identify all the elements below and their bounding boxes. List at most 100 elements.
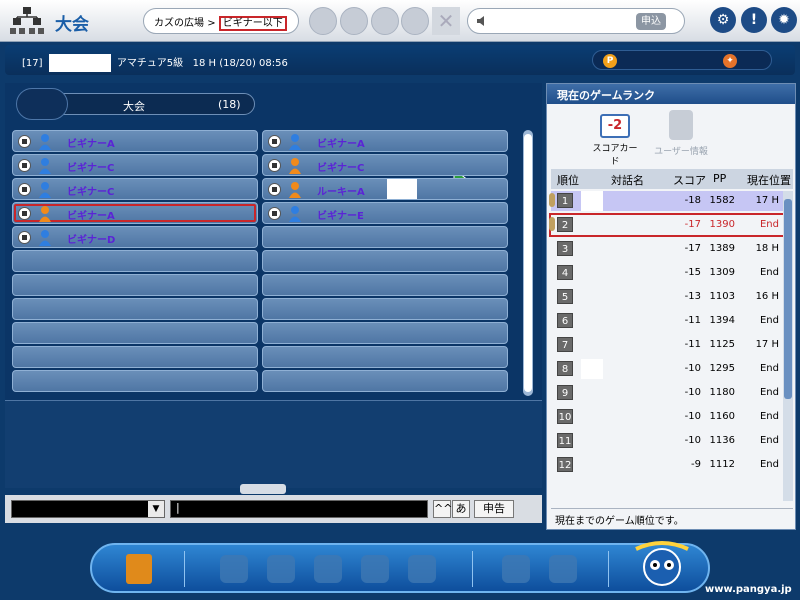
rank-pp: 1112 bbox=[709, 459, 735, 470]
ranking-row[interactable]: 3 -17 1389 18 H bbox=[551, 239, 783, 259]
channel-icon[interactable] bbox=[549, 555, 577, 583]
kana-toggle-button[interactable]: あ bbox=[452, 500, 470, 518]
player-select-checkbox[interactable] bbox=[268, 183, 281, 196]
player-select-checkbox[interactable] bbox=[268, 207, 281, 220]
site-url: www.pangya.jp bbox=[705, 584, 792, 595]
ranking-row[interactable]: 6 -11 1394 End bbox=[551, 311, 783, 331]
report-button[interactable]: 申告 bbox=[474, 500, 514, 518]
close-icon[interactable]: ✕ bbox=[432, 7, 460, 35]
empty-player-slot bbox=[12, 274, 258, 296]
user-lock-icon[interactable]: ⚙ bbox=[710, 7, 736, 33]
ranking-row[interactable]: 12 -9 1112 End bbox=[551, 455, 783, 475]
cookie-icon: ✦ bbox=[723, 54, 737, 68]
ranking-scrollbar[interactable] bbox=[783, 191, 793, 501]
medal-icon bbox=[549, 217, 555, 231]
rank-score: -10 bbox=[684, 387, 701, 398]
player-name: ルーキーA bbox=[317, 187, 365, 198]
player-slot[interactable]: ビギナーE bbox=[262, 202, 508, 224]
ranking-row[interactable]: 7 -11 1125 17 H bbox=[551, 335, 783, 355]
player-select-checkbox[interactable] bbox=[18, 159, 31, 172]
rank-score: -11 bbox=[684, 315, 701, 326]
rank-pp: 1180 bbox=[709, 387, 735, 398]
player-select-checkbox[interactable] bbox=[18, 183, 31, 196]
player-select-checkbox[interactable] bbox=[18, 135, 31, 148]
player-select-checkbox[interactable] bbox=[18, 231, 31, 244]
player-name: ビギナーC bbox=[67, 163, 115, 174]
exit-door-icon[interactable] bbox=[126, 554, 152, 584]
player-name: ビギナーA bbox=[67, 139, 115, 150]
gear-icon[interactable]: ✹ bbox=[771, 7, 797, 33]
rank-location: End bbox=[759, 219, 779, 230]
player-slot[interactable]: ルーキーA bbox=[262, 178, 508, 200]
ranking-row[interactable]: 4 -15 1309 End bbox=[551, 263, 783, 283]
rank-score: -10 bbox=[684, 435, 701, 446]
mail-icon[interactable] bbox=[408, 555, 436, 583]
rank-location: End bbox=[759, 411, 779, 422]
chat-bar: ▼ | ^^ あ 申告 bbox=[5, 495, 542, 523]
rank-location: End bbox=[759, 315, 779, 326]
chat-channel-select[interactable]: ▼ bbox=[11, 500, 165, 518]
chat-input[interactable]: | bbox=[170, 500, 428, 518]
player-select-checkbox[interactable] bbox=[268, 159, 281, 172]
empty-player-slot bbox=[262, 226, 508, 248]
ranking-header: 現在のゲームランク bbox=[547, 84, 795, 104]
bottom-dock bbox=[90, 541, 710, 593]
player-slot[interactable]: ビギナーC bbox=[12, 178, 258, 200]
empty-player-slot bbox=[262, 346, 508, 368]
rank-pp: 1389 bbox=[709, 243, 735, 254]
ranking-row[interactable]: 8 -10 1295 End bbox=[551, 359, 783, 379]
gift-icon[interactable] bbox=[314, 555, 342, 583]
rank-pp: 1390 bbox=[709, 219, 735, 230]
ranking-footer: 現在までのゲーム順位です。 bbox=[551, 508, 793, 527]
player-slot[interactable]: ビギナーD bbox=[12, 226, 258, 248]
scorecard-tab[interactable]: -2 スコアカード bbox=[589, 114, 641, 167]
rank-score: -10 bbox=[684, 363, 701, 374]
caddie-avatar[interactable] bbox=[371, 7, 399, 35]
empty-player-slot bbox=[262, 322, 508, 344]
character-avatar-2[interactable] bbox=[340, 7, 368, 35]
apply-button[interactable]: 申込 bbox=[636, 13, 666, 30]
character-avatar-1[interactable] bbox=[309, 7, 337, 35]
expand-tab[interactable] bbox=[240, 484, 286, 494]
emote-button[interactable]: ^^ bbox=[433, 500, 452, 518]
ranking-row[interactable]: 11 -10 1136 End bbox=[551, 431, 783, 451]
scroll-thumb[interactable] bbox=[784, 199, 792, 399]
col-pp: PP bbox=[713, 172, 727, 185]
rank-pp: 1136 bbox=[709, 435, 735, 446]
player-select-checkbox[interactable] bbox=[268, 135, 281, 148]
ranking-row[interactable]: 9 -10 1180 End bbox=[551, 383, 783, 403]
player-slot[interactable]: ビギナーA bbox=[12, 202, 258, 224]
top-bar: 大会 カズの広場 > ビギナー以下 ✕ 申込 ⚙ ! ✹ bbox=[0, 0, 800, 42]
ranking-row[interactable]: 1 -18 1582 17 H bbox=[549, 191, 783, 211]
rank-score: -18 bbox=[684, 195, 701, 206]
rank-number: 4 bbox=[557, 265, 573, 280]
rank-location: End bbox=[759, 387, 779, 398]
scroll-thumb[interactable] bbox=[524, 134, 532, 392]
player-slot[interactable]: ビギナーA bbox=[12, 130, 258, 152]
friends-icon[interactable] bbox=[361, 555, 389, 583]
ranking-row[interactable]: 10 -10 1160 End bbox=[551, 407, 783, 427]
breadcrumb-parent[interactable]: カズの広場 bbox=[154, 18, 204, 29]
player-list-scrollbar[interactable] bbox=[523, 130, 533, 396]
player-slot[interactable]: ビギナーA bbox=[262, 130, 508, 152]
message-bar[interactable]: 申込 bbox=[467, 8, 685, 34]
rank-location: 17 H bbox=[755, 339, 779, 350]
col-rank: 順位 bbox=[557, 174, 579, 187]
minus-icon[interactable] bbox=[401, 7, 429, 35]
player-slot[interactable]: ビギナーC bbox=[262, 154, 508, 176]
notice-icon[interactable]: ! bbox=[741, 7, 767, 33]
chevron-down-icon[interactable]: ▼ bbox=[148, 501, 164, 517]
inventory-icon[interactable] bbox=[267, 555, 295, 583]
lobby-icon[interactable] bbox=[502, 555, 530, 583]
empty-player-slot bbox=[262, 250, 508, 272]
player-slot[interactable]: ビギナーC bbox=[12, 154, 258, 176]
ranking-row[interactable]: 2 -17 1390 End bbox=[549, 213, 785, 237]
player-select-checkbox[interactable] bbox=[18, 207, 31, 220]
ranking-row[interactable]: 5 -13 1103 16 H bbox=[551, 287, 783, 307]
user-info-tab[interactable]: ユーザー情報 bbox=[651, 110, 711, 157]
room-name: 大会 bbox=[123, 100, 145, 113]
col-location: 現在位置 bbox=[747, 174, 791, 187]
player-name: ビギナーE bbox=[317, 211, 364, 222]
shop-icon[interactable] bbox=[220, 555, 248, 583]
room-title-bar: 大会 (18) bbox=[16, 88, 255, 120]
